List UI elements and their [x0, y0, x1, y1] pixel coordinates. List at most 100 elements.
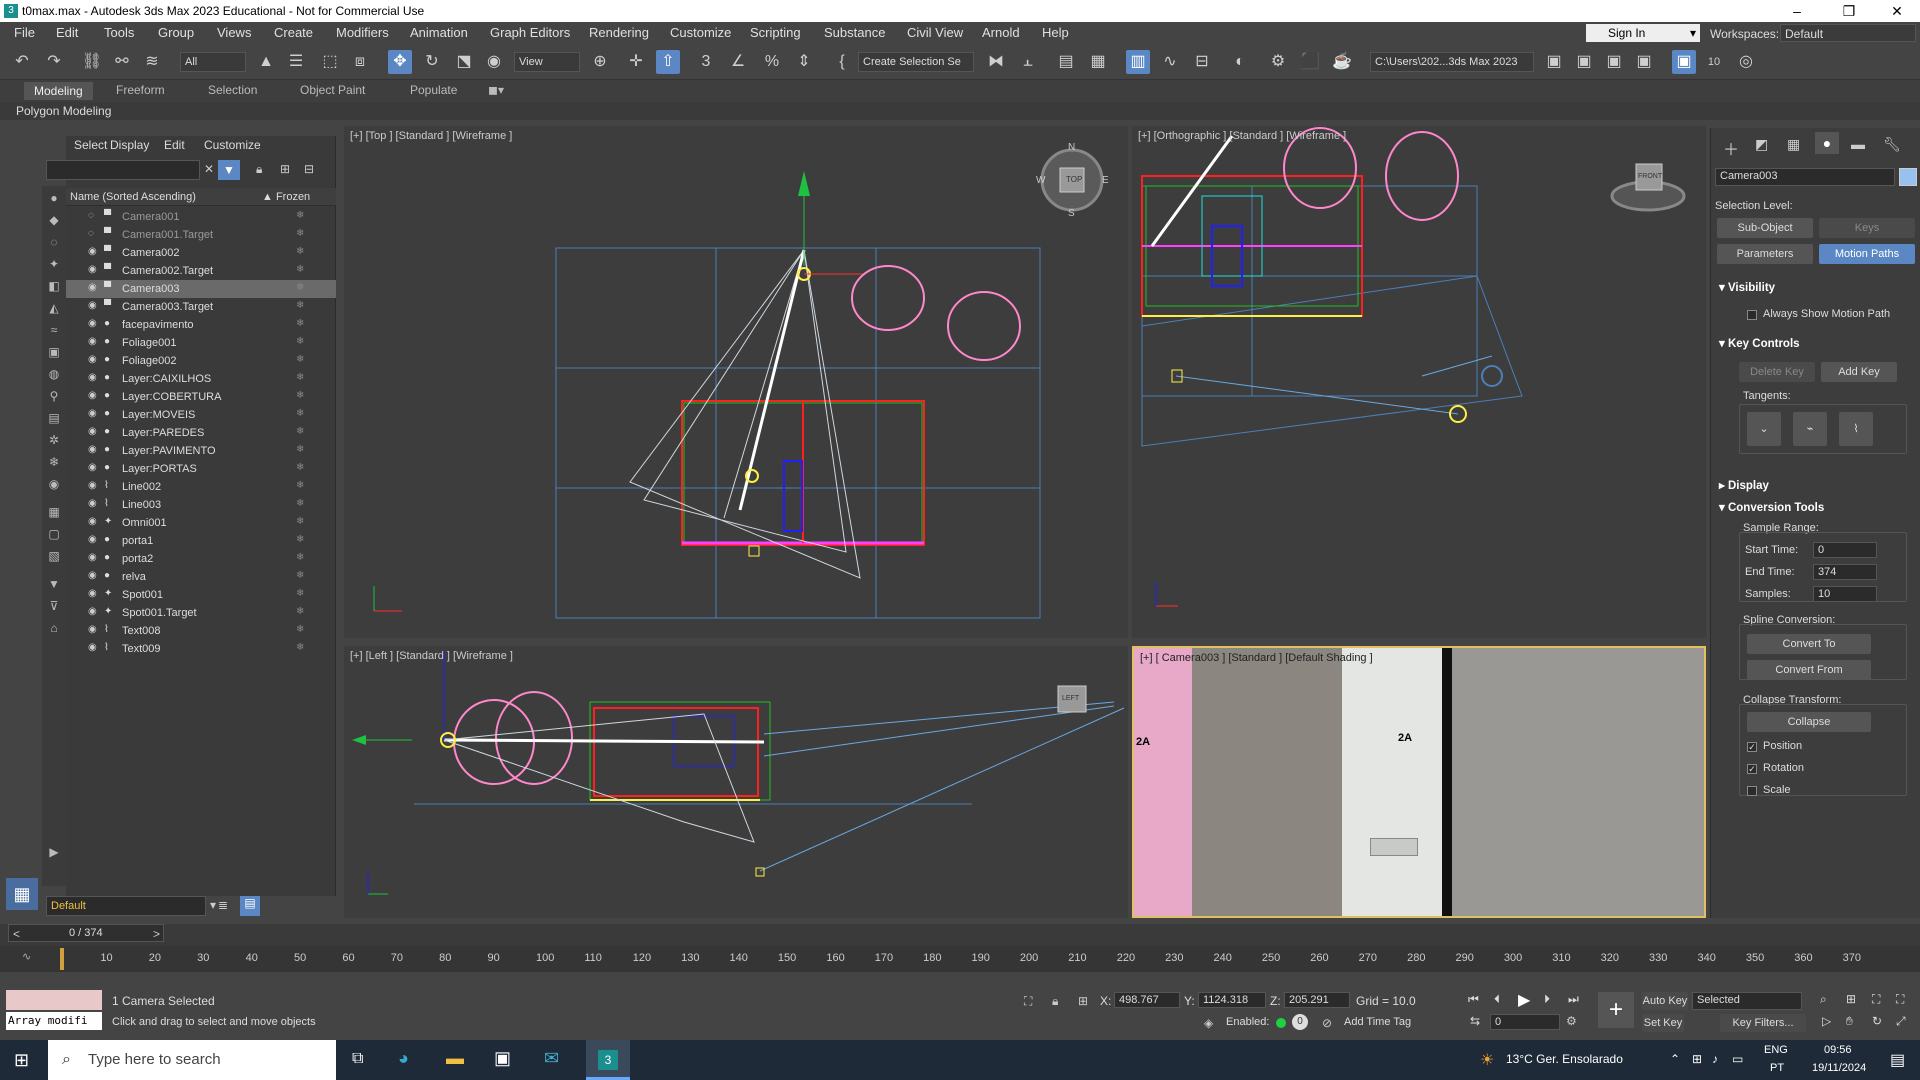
visibility-eye-icon[interactable]: ◉ [88, 426, 97, 437]
scene-tab-customize[interactable]: Customize [204, 138, 261, 152]
menu-arnold[interactable]: Arnold [982, 25, 1020, 40]
schematic-view-icon[interactable]: ⊟ [1190, 50, 1214, 74]
freeze-icon[interactable]: ❄ [296, 480, 304, 491]
expand-arrow-icon[interactable]: ▶ [46, 844, 62, 860]
freeze-icon[interactable]: ❄ [296, 318, 304, 329]
freeze-icon[interactable]: ❄ [296, 498, 304, 509]
maxscript-listener[interactable] [6, 990, 102, 1010]
tangent-out-icon[interactable]: ⌁ [1793, 412, 1827, 446]
viewport-camera003[interactable]: 2A 2A [+] [ Camera003 ] [Standard ] [Def… [1132, 646, 1706, 918]
conversion-tools-rollout[interactable]: ▾ Conversion Tools [1719, 500, 1824, 514]
rendered-frame-window-icon[interactable]: ⬛ [1298, 50, 1322, 74]
scene-row-porta1[interactable]: ◉ ● porta1 ❄ [66, 532, 336, 550]
close-icon[interactable]: ✕ [1874, 0, 1920, 22]
maximize-viewport-icon[interactable]: ⤢ [1896, 1014, 1906, 1029]
time-slider[interactable]: < 0 / 374 > [8, 924, 164, 942]
freeze-icon[interactable]: ❄ [296, 210, 304, 221]
play-icon[interactable]: ▶ [1518, 990, 1530, 1010]
scene-tab-display[interactable]: Display [110, 138, 149, 152]
menu-help[interactable]: Help [1042, 25, 1069, 40]
freeze-icon[interactable]: ❄ [296, 228, 304, 239]
key-set-dropdown[interactable]: Selected [1692, 992, 1802, 1010]
col-name-sorted[interactable]: Name (Sorted Ascending) [70, 191, 196, 203]
undo-icon[interactable]: ↶ [10, 50, 34, 74]
visibility-eye-icon[interactable]: ◉ [88, 480, 97, 491]
enabled-status-icon[interactable] [1276, 1018, 1286, 1028]
time-slider-prev-icon[interactable]: < [13, 927, 20, 941]
keys-dropdown[interactable]: Keys [1819, 218, 1915, 238]
scene-row-layer-paredes[interactable]: ◉ ● Layer:PAREDES ❄ [66, 424, 336, 442]
menu-modifiers[interactable]: Modifiers [336, 25, 389, 40]
menu-tools[interactable]: Tools [104, 25, 134, 40]
freeze-icon[interactable]: ❄ [296, 444, 304, 455]
volume-icon[interactable]: ♪ [1712, 1052, 1718, 1066]
tangent-smooth-icon[interactable]: ⌇ [1839, 412, 1873, 446]
freeze-icon[interactable]: ❄ [296, 408, 304, 419]
visibility-eye-icon[interactable]: ◉ [88, 534, 97, 545]
select-all-icon[interactable]: ▦ [46, 504, 62, 520]
minimize-icon[interactable]: – [1774, 0, 1820, 22]
viewcube-left-label[interactable]: LEFT [1062, 695, 1079, 702]
freeze-icon[interactable]: ❄ [296, 300, 304, 311]
time-config-icon[interactable]: ⚙ [1566, 1014, 1577, 1028]
absolute-mode-icon[interactable]: ⊞ [1078, 994, 1088, 1008]
menu-file[interactable]: File [14, 25, 35, 40]
scene-row-layer-cobertura[interactable]: ◉ ● Layer:COBERTURA ❄ [66, 388, 336, 406]
help-search-icon[interactable]: ◎ [1734, 50, 1758, 74]
task-view-icon[interactable]: ⧉ [352, 1050, 363, 1068]
shapes-filter-icon[interactable]: ◌ [46, 234, 62, 250]
zoom-icon[interactable]: ⌕ [1820, 992, 1827, 1007]
x-coordinate-field[interactable]: 498.767 [1114, 992, 1180, 1008]
visibility-eye-icon[interactable]: ◌ [88, 228, 94, 239]
layer-manager-icon[interactable]: ▤ [240, 896, 260, 916]
menu-scripting[interactable]: Scripting [750, 25, 801, 40]
viewport-ortho-label[interactable]: [+] [Orthographic ] [Standard ] [Wirefra… [1138, 130, 1346, 142]
scene-row-spot001-target[interactable]: ◉ ✦ Spot001.Target ❄ [66, 604, 336, 622]
object-name-field[interactable]: Camera003 [1715, 168, 1895, 186]
visibility-eye-icon[interactable]: ◉ [88, 390, 97, 401]
curve-editor-icon[interactable]: ∿ [1158, 50, 1182, 74]
freeze-icon[interactable]: ❄ [296, 606, 304, 617]
col-frozen[interactable]: ▲ Frozen [262, 191, 310, 203]
parameters-button[interactable]: Parameters [1717, 244, 1813, 264]
bones-filter-icon[interactable]: ⚲ [46, 388, 62, 404]
workspace-dropdown[interactable]: Default [1780, 24, 1916, 42]
tray-chevron-icon[interactable]: ⌃ [1670, 1052, 1680, 1066]
menu-group[interactable]: Group [158, 25, 194, 40]
save-icon[interactable]: ▣ [1672, 50, 1696, 74]
link-icon[interactable]: ⛓ [80, 50, 104, 74]
visibility-eye-icon[interactable]: ◉ [88, 588, 97, 599]
sub-object-button[interactable]: Sub-Object [1717, 218, 1813, 238]
tangent-in-icon[interactable]: ⌄ [1747, 412, 1781, 446]
scene-row-line002[interactable]: ◉ ⌇ Line002 ❄ [66, 478, 336, 496]
freeze-icon[interactable]: ❄ [296, 390, 304, 401]
edge-browser-icon[interactable]: ◕ [398, 1048, 409, 1069]
scene-row-camera003-target[interactable]: ◉ ▀ Camera003.Target ❄ [66, 298, 336, 316]
mirror-icon[interactable]: ⧓ [984, 50, 1008, 74]
select-object-icon[interactable]: ▲ [254, 50, 278, 74]
menu-views[interactable]: Views [217, 25, 251, 40]
mail-icon[interactable]: ✉ [544, 1048, 559, 1069]
freeze-icon[interactable]: ❄ [296, 354, 304, 365]
select-manipulate-icon[interactable]: ✛ [624, 50, 648, 74]
display-tab-icon[interactable]: ▬ [1851, 136, 1865, 152]
object-color-swatch[interactable] [1899, 168, 1917, 186]
particle-filter-icon[interactable]: ✲ [46, 432, 62, 448]
scene-row-layer-portas[interactable]: ◉ ● Layer:PORTAS ❄ [66, 460, 336, 478]
visibility-eye-icon[interactable]: ◉ [88, 300, 97, 311]
chevron-down-icon[interactable]: ▾ [210, 898, 216, 912]
input-language[interactable]: ENG [1764, 1044, 1788, 1056]
scene-row-omni001[interactable]: ◉ ✦ Omni001 ❄ [66, 514, 336, 532]
zoom-all-icon[interactable]: ⊞ [1846, 992, 1856, 1006]
edit-named-selection-icon[interactable]: { [830, 50, 854, 74]
auto-key-button[interactable]: Auto Key [1642, 992, 1688, 1010]
taskbar-search-input[interactable]: ⌕ Type here to search [48, 1040, 336, 1080]
scene-row-porta2[interactable]: ◉ ● porta2 ❄ [66, 550, 336, 568]
keyboard-shortcut-override-icon[interactable]: ⇧ [656, 50, 680, 74]
scene-row-text009[interactable]: ◉ ⌇ Text009 ❄ [66, 640, 336, 658]
viewport-top-label[interactable]: [+] [Top ] [Standard ] [Wireframe ] [350, 130, 512, 142]
scene-tab-edit[interactable]: Edit [164, 138, 185, 152]
cameras-filter-icon[interactable]: ◧ [46, 278, 62, 294]
notifications-icon[interactable]: ▤ [1890, 1050, 1905, 1070]
z-coordinate-field[interactable]: 205.291 [1284, 992, 1350, 1008]
